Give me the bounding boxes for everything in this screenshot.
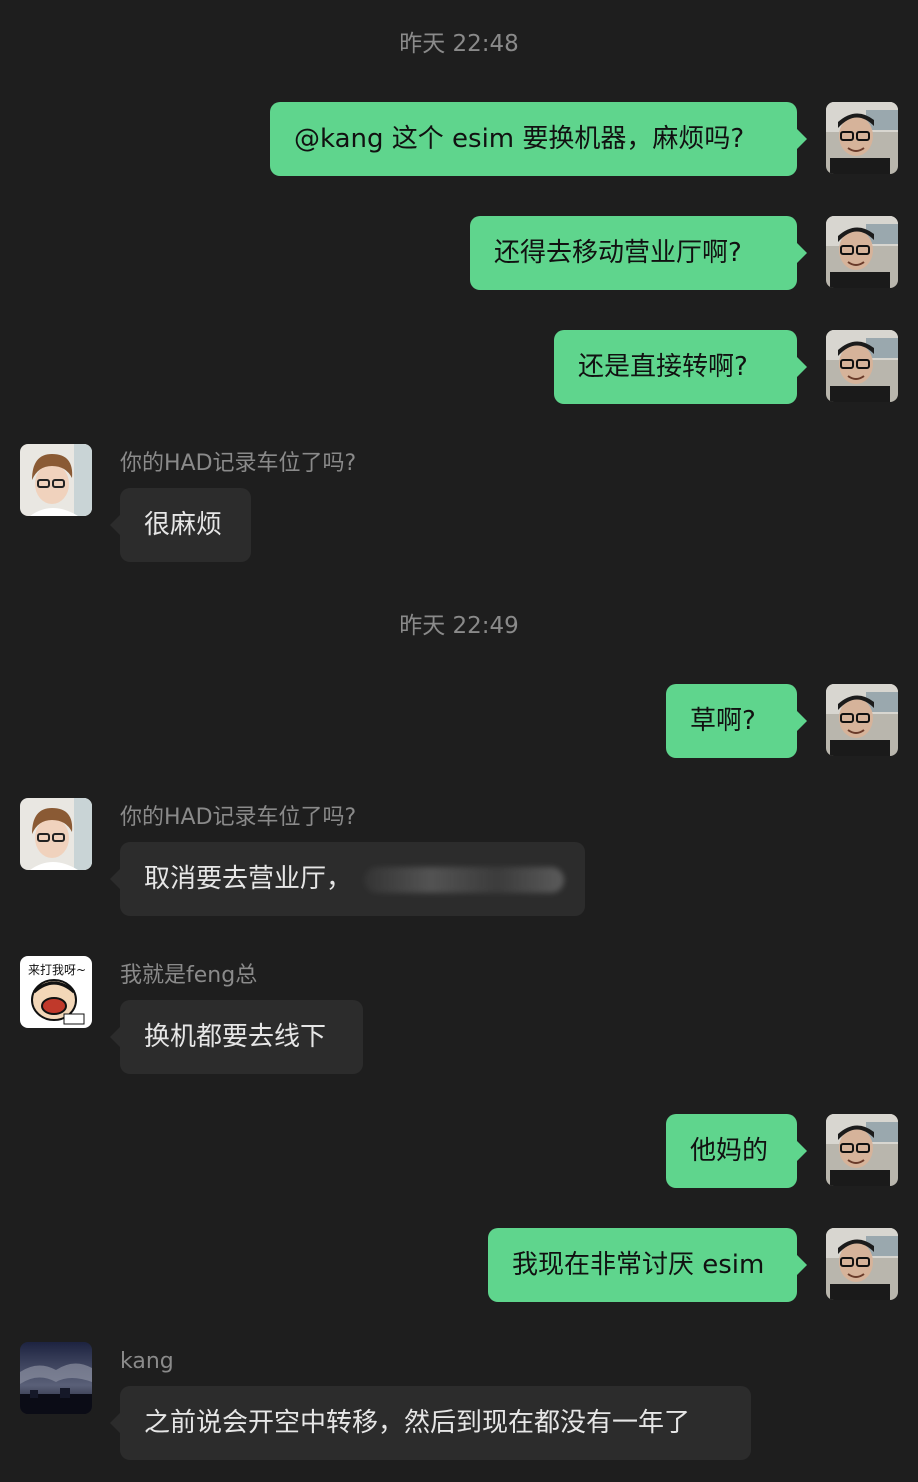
message-bubble-outgoing[interactable]: 他妈的 — [666, 1114, 807, 1188]
contact-avatar[interactable] — [20, 798, 92, 870]
sender-name: 你的HAD记录车位了吗? — [120, 451, 357, 476]
message-bubble-outgoing[interactable]: @kang 这个 esim 要换机器，麻烦吗? — [270, 102, 807, 176]
message-bubble-incoming[interactable]: 取消要去营业厅， — [110, 842, 585, 916]
svg-text:来打我呀~: 来打我呀~ — [28, 963, 86, 977]
user-avatar[interactable] — [826, 684, 898, 756]
contact-avatar[interactable]: 来打我呀~ — [20, 956, 92, 1028]
user-avatar[interactable] — [826, 102, 898, 174]
user-avatar[interactable] — [826, 330, 898, 402]
timestamp: 昨天 22:48 — [399, 31, 519, 57]
blurred-text-region — [364, 866, 565, 893]
message-bubble-outgoing[interactable]: 还是直接转啊? — [554, 330, 807, 404]
contact-avatar[interactable] — [20, 1342, 92, 1414]
timestamp: 昨天 22:49 — [399, 613, 519, 639]
message-bubble-incoming[interactable]: 换机都要去线下 — [110, 1000, 363, 1074]
message-text: 取消要去营业厅， — [144, 864, 353, 894]
message-bubble-incoming[interactable]: 之前说会开空中转移，然后到现在都没有一年了 — [110, 1386, 751, 1460]
user-avatar[interactable] — [826, 1114, 898, 1186]
sender-name: kang — [120, 1349, 174, 1374]
user-avatar[interactable] — [826, 216, 898, 288]
contact-avatar[interactable] — [20, 444, 92, 516]
message-bubble-incoming[interactable]: 很麻烦 — [110, 488, 251, 562]
sender-name: 我就是feng总 — [120, 963, 258, 988]
user-avatar[interactable] — [826, 1228, 898, 1300]
message-bubble-outgoing[interactable]: 我现在非常讨厌 esim — [488, 1228, 807, 1302]
message-bubble-outgoing[interactable]: 还得去移动营业厅啊? — [470, 216, 807, 290]
message-bubble-outgoing[interactable]: 草啊? — [666, 684, 807, 758]
sender-name: 你的HAD记录车位了吗? — [120, 805, 357, 830]
